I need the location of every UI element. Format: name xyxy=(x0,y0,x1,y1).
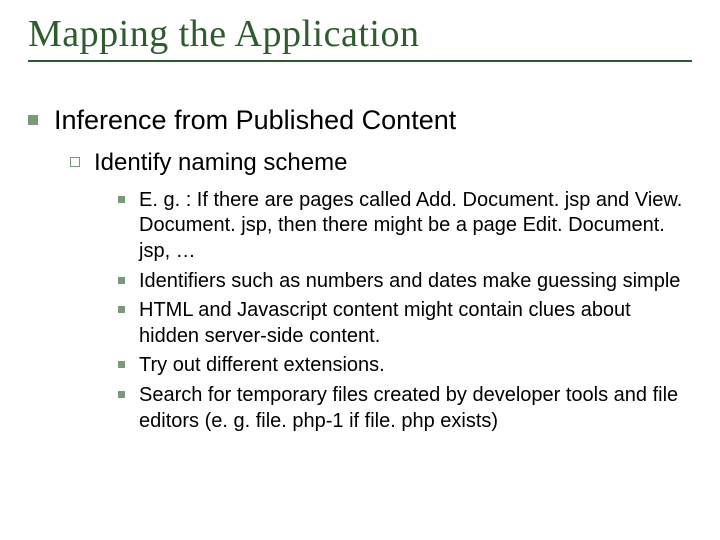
square-bullet-icon xyxy=(118,361,125,368)
list-item: E. g. : If there are pages called Add. D… xyxy=(118,188,692,265)
level3-text: Identifiers such as numbers and dates ma… xyxy=(139,269,680,295)
slide-title: Mapping the Application xyxy=(28,12,692,56)
square-bullet-icon xyxy=(118,277,125,284)
level3-text: HTML and Javascript content might contai… xyxy=(139,298,692,349)
square-bullet-icon xyxy=(118,391,125,398)
list-item: Search for temporary files created by de… xyxy=(118,383,692,434)
level3-text: E. g. : If there are pages called Add. D… xyxy=(139,188,692,265)
square-bullet-icon xyxy=(118,196,125,203)
square-outline-bullet-icon xyxy=(70,157,80,167)
level3-text: Search for temporary files created by de… xyxy=(139,383,692,434)
bullet-level2: Identify naming scheme xyxy=(70,148,692,178)
list-item: Try out different extensions. xyxy=(118,353,692,379)
slide-content: Inference from Published Content Identif… xyxy=(28,104,692,434)
level3-list: E. g. : If there are pages called Add. D… xyxy=(118,188,692,434)
bullet-level1: Inference from Published Content xyxy=(28,104,692,138)
list-item: HTML and Javascript content might contai… xyxy=(118,298,692,349)
square-bullet-icon xyxy=(118,306,125,313)
level2-text: Identify naming scheme xyxy=(94,148,347,178)
list-item: Identifiers such as numbers and dates ma… xyxy=(118,269,692,295)
title-underline xyxy=(28,60,692,62)
slide: Mapping the Application Inference from P… xyxy=(0,0,720,540)
square-bullet-icon xyxy=(28,115,38,125)
level3-text: Try out different extensions. xyxy=(139,353,385,379)
level1-text: Inference from Published Content xyxy=(54,104,456,138)
